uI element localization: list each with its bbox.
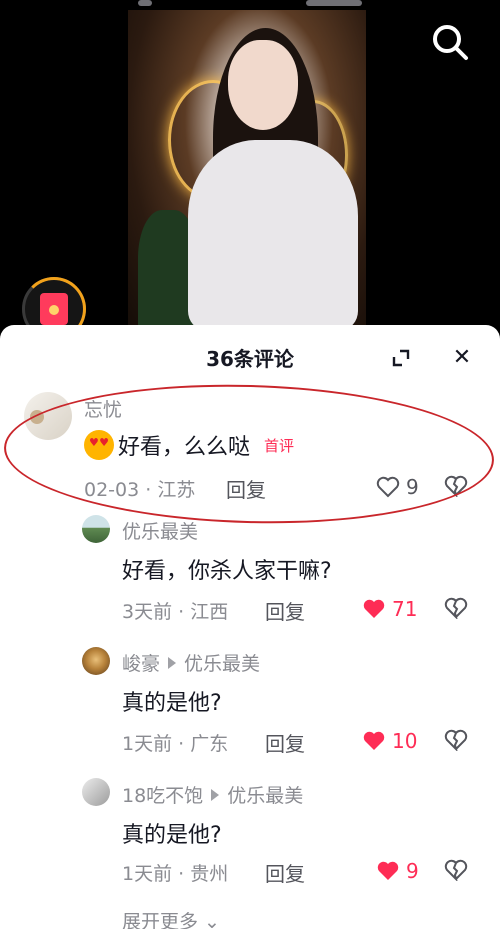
comment-count-title: 36条评论 — [206, 346, 294, 371]
reply-button[interactable]: 回复 — [265, 596, 305, 625]
heart-icon — [376, 476, 400, 498]
comment-text-content: 好看，么么哒 — [118, 435, 251, 460]
broken-heart-icon — [444, 475, 468, 499]
broken-heart-icon — [444, 859, 468, 883]
reply-arrow-icon — [168, 656, 177, 669]
reply-target-name: 优乐最美 — [227, 785, 304, 807]
status-bar — [130, 0, 370, 8]
video-area[interactable] — [0, 0, 500, 341]
comment-meta: 3天前 · 江西 — [122, 601, 229, 623]
like-count: 71 — [392, 597, 418, 621]
like-button[interactable]: 9 — [376, 859, 419, 883]
comment-author-name: 18吃不饱 — [122, 785, 204, 807]
heart-icon — [363, 731, 385, 750]
comment-text: 好看，你杀人家干嘛? — [122, 559, 332, 584]
comment-sheet: 36条评论 ✕ 忘忧 好看，么么哒 首评 02-03 · 江苏 回复 9 — [0, 325, 500, 929]
reply-button[interactable]: 回复 — [265, 858, 305, 887]
search-icon — [433, 25, 468, 60]
heart-icon — [363, 599, 385, 618]
show-more-button[interactable]: 展开更多 ⌄ — [122, 907, 220, 929]
comment-author[interactable]: 忘忧 — [84, 395, 122, 422]
person-shirt — [188, 140, 358, 330]
reply-target-name: 优乐最美 — [184, 653, 261, 675]
first-comment-badge: 首评 — [264, 436, 295, 455]
reply-button[interactable]: 回复 — [265, 728, 305, 757]
like-count: 9 — [406, 859, 419, 883]
comment-author[interactable]: 18吃不饱 优乐最美 — [122, 781, 303, 808]
video-player[interactable] — [128, 10, 366, 330]
comment-meta: 1天前 · 贵州 — [122, 863, 229, 885]
red-packet-icon — [40, 293, 68, 325]
heart-eyes-emoji — [84, 430, 114, 460]
like-count: 10 — [392, 729, 418, 753]
broken-heart-icon — [444, 729, 468, 753]
dislike-button[interactable] — [444, 859, 468, 883]
comment-author[interactable]: 优乐最美 — [122, 517, 198, 544]
comment-author[interactable]: 峻豪 优乐最美 — [122, 649, 260, 676]
person-face — [228, 40, 298, 130]
comment-text: 真的是他? — [122, 823, 222, 848]
expand-button[interactable] — [388, 345, 414, 371]
avatar[interactable] — [24, 392, 72, 440]
reply-button[interactable]: 回复 — [226, 474, 266, 503]
comment-text: 好看，么么哒 首评 — [84, 429, 294, 461]
like-button[interactable]: 71 — [362, 597, 417, 621]
like-count: 9 — [406, 475, 419, 499]
comment-meta: 1天前 · 广东 — [122, 733, 229, 755]
like-button[interactable]: 10 — [362, 729, 417, 753]
avatar[interactable] — [82, 515, 110, 543]
broken-heart-icon — [444, 597, 468, 621]
heart-icon — [377, 861, 399, 880]
close-button[interactable]: ✕ — [448, 343, 476, 371]
dislike-button[interactable] — [444, 597, 468, 621]
like-button[interactable]: 9 — [376, 475, 419, 499]
search-button[interactable] — [428, 20, 472, 64]
dislike-button[interactable] — [444, 729, 468, 753]
dislike-button[interactable] — [444, 475, 468, 499]
reply-arrow-icon — [211, 788, 220, 801]
comment-meta: 02-03 · 江苏 — [84, 479, 196, 501]
comment-author-name: 峻豪 — [122, 653, 161, 675]
comment-text: 真的是他? — [122, 691, 222, 716]
close-icon: ✕ — [452, 344, 472, 370]
avatar[interactable] — [82, 778, 110, 806]
avatar[interactable] — [82, 647, 110, 675]
comment-sheet-header: 36条评论 ✕ — [0, 325, 500, 389]
expand-icon — [392, 349, 410, 367]
